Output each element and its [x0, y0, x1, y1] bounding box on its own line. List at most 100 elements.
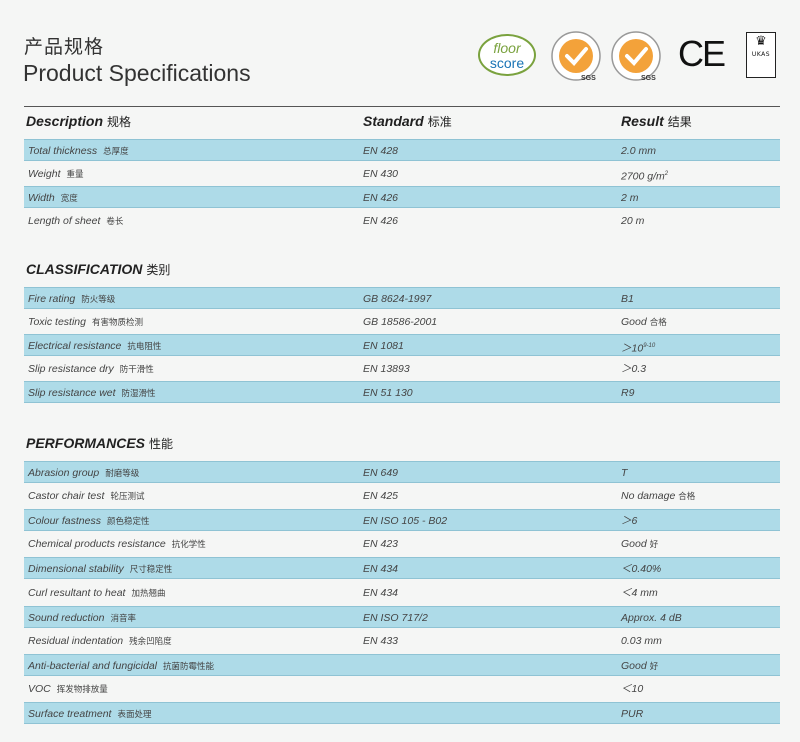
- spec-result-value: Good: [621, 315, 647, 328]
- spec-name-en: Colour fastness: [28, 515, 101, 528]
- table-row: Dimensional stability 尺寸稳定性 EN 434 ＜0.40%: [24, 557, 780, 580]
- spec-result-value: B1: [621, 293, 634, 305]
- spec-name-en: Sound reduction: [28, 611, 105, 624]
- spec-result-value: ＜4 mm: [621, 586, 658, 599]
- spec-name-cn: 重量: [66, 168, 84, 179]
- col-description-cn: 规格: [107, 115, 132, 129]
- spec-name: Fire rating 防火等级: [28, 288, 115, 310]
- spec-result-value: ＞10: [621, 342, 644, 355]
- spec-name-en: Residual indentation: [28, 634, 124, 647]
- spec-standard: EN 1081: [363, 340, 404, 352]
- table-row: Chemical products resistance 抗化学性 EN 423 Go…: [24, 533, 780, 555]
- spec-name-cn: 加热翘曲: [131, 587, 166, 598]
- spec-name: Slip resistance wet 防湿滑性: [28, 382, 156, 404]
- spec-result: 2700 g/m2: [621, 163, 668, 188]
- spec-name: Electrical resistance 抗电阻性: [28, 335, 161, 357]
- sgs-iso9001-seal: SGS: [551, 31, 601, 82]
- spec-standard: GB 8624-1997: [363, 293, 432, 305]
- ukas-label: UKAS: [751, 51, 771, 58]
- table-row: Residual indentation 残余凹陷度 EN 433 0.03 mm: [24, 630, 780, 652]
- spec-result: 2.0 mm: [621, 140, 656, 162]
- table-row: Length of sheet 卷长 EN 426 20 m: [24, 210, 780, 232]
- floorscore-logo: floor score: [478, 34, 536, 76]
- spec-result: Good 好: [621, 533, 658, 555]
- spec-name-en: Toxic testing: [28, 315, 86, 328]
- section-title-label: CLASSIFICATION: [26, 261, 143, 277]
- spec-name-cn: 抗菌防霉性能: [163, 660, 215, 671]
- table-row: Fire rating 防火等级 GB 8624-1997 B1: [24, 287, 780, 309]
- table-row: Sound reduction 消音率 EN ISO 717/2 Approx. 4 …: [24, 605, 780, 629]
- table-row: Weight 重量 EN 430 2700 g/m2: [24, 163, 780, 185]
- sgs-label: SGS: [641, 75, 656, 82]
- col-standard: Standard 标准: [363, 113, 452, 130]
- spec-name: Surface treatment 表面处理: [28, 703, 151, 725]
- spec-result-cn: 好: [649, 539, 659, 550]
- spec-name-cn: 尺寸稳定性: [129, 564, 173, 575]
- spec-name-cn: 防火等级: [81, 294, 116, 304]
- section-header-classification: CLASSIFICATION 类别: [24, 261, 780, 283]
- table-row: Electrical resistance 抗电阻性 EN 1081 ＞109-10: [24, 334, 780, 356]
- spec-result: Good 合格: [621, 311, 667, 333]
- spec-result: 20 m: [621, 210, 644, 232]
- spec-result-value: ＜0.40%: [621, 563, 662, 576]
- spec-name-en: Fire rating: [28, 293, 76, 305]
- table-row: Width 宽度 EN 426 2 m: [24, 186, 780, 208]
- spec-result: B1: [621, 288, 634, 310]
- sgs-iso14001-seal: SGS: [611, 31, 661, 82]
- spec-name-cn: 有害物质检测: [91, 316, 143, 327]
- spec-name: Slip resistance dry 防干滑性: [28, 358, 154, 380]
- col-result: Result 结果: [621, 113, 692, 130]
- page-title: Product Specifications: [23, 60, 251, 86]
- column-header: Description 规格 Standard 标准 Result 结果: [24, 113, 780, 135]
- spec-result-value: 0.03 mm: [621, 634, 662, 647]
- spec-standard: EN ISO 717/2: [363, 611, 428, 624]
- spec-result-value: Good: [621, 538, 647, 551]
- spec-name-en: Width: [28, 192, 55, 204]
- spec-name: Chemical products resistance 抗化学性: [28, 533, 206, 555]
- spec-name-cn: 抗化学性: [171, 539, 206, 550]
- spec-result-value: T: [621, 467, 628, 479]
- spec-name-en: Slip resistance wet: [28, 387, 116, 399]
- spec-name: Sound reduction 消音率: [28, 607, 136, 629]
- spec-result: ＞109-10: [621, 335, 655, 360]
- section-title-cn: 性能: [149, 437, 174, 451]
- section-header-performances: PERFORMANCES 性能: [24, 435, 780, 457]
- spec-name-en: VOC: [28, 682, 51, 695]
- table-row: Total thickness 总厚度 EN 428 2.0 mm: [24, 139, 780, 161]
- spec-name: Toxic testing 有害物质检测: [28, 311, 143, 333]
- table-row: Slip resistance dry 防干滑性 EN 13893 ＞0.3: [24, 358, 780, 380]
- spec-name-cn: 防干滑性: [119, 363, 154, 374]
- spec-name: Residual indentation 残余凹陷度: [28, 630, 172, 652]
- spec-name-cn: 残余凹陷度: [129, 635, 172, 646]
- section-title-cn: 类别: [146, 263, 171, 277]
- spec-result: ＞0.3: [621, 358, 646, 380]
- floorscore-text-floor: floor: [493, 40, 521, 56]
- spec-result: ＞6: [621, 510, 637, 532]
- spec-result-value: 20 m: [621, 214, 645, 227]
- table-row: Slip resistance wet 防湿滑性 EN 51 130 R9: [24, 381, 780, 403]
- spec-standard: EN 434: [363, 586, 399, 599]
- spec-result: R9: [621, 382, 634, 404]
- spec-name-en: Slip resistance dry: [28, 362, 114, 375]
- spec-result: T: [621, 462, 627, 484]
- spec-result-cn: 合格: [678, 491, 696, 502]
- table-row: VOC 挥发物排放量 ＜10: [24, 678, 780, 700]
- spec-result-value: Good: [621, 659, 647, 672]
- spec-result: Good 好: [621, 655, 658, 677]
- spec-name: Colour fastness 颜色稳定性: [28, 510, 149, 532]
- spec-result: 0.03 mm: [621, 630, 662, 652]
- section-title: CLASSIFICATION 类别: [26, 261, 170, 278]
- spec-name-en: Total thickness: [28, 145, 98, 157]
- spec-name-en: Chemical products resistance: [28, 538, 166, 551]
- spec-result-value: 2.0 mm: [621, 145, 657, 157]
- col-standard-label: Standard: [363, 113, 424, 129]
- spec-name-cn: 表面处理: [117, 709, 152, 719]
- spec-result: ＜4 mm: [621, 582, 658, 604]
- col-result-cn: 结果: [667, 115, 692, 129]
- spec-result-value: No damage: [621, 490, 676, 503]
- crown-icon: ♛: [755, 34, 767, 49]
- spec-result: ＜10: [621, 678, 643, 700]
- spec-result: PUR: [621, 703, 643, 725]
- table-row: Surface treatment 表面处理 PUR: [24, 702, 780, 724]
- ce-mark: CE: [678, 33, 726, 74]
